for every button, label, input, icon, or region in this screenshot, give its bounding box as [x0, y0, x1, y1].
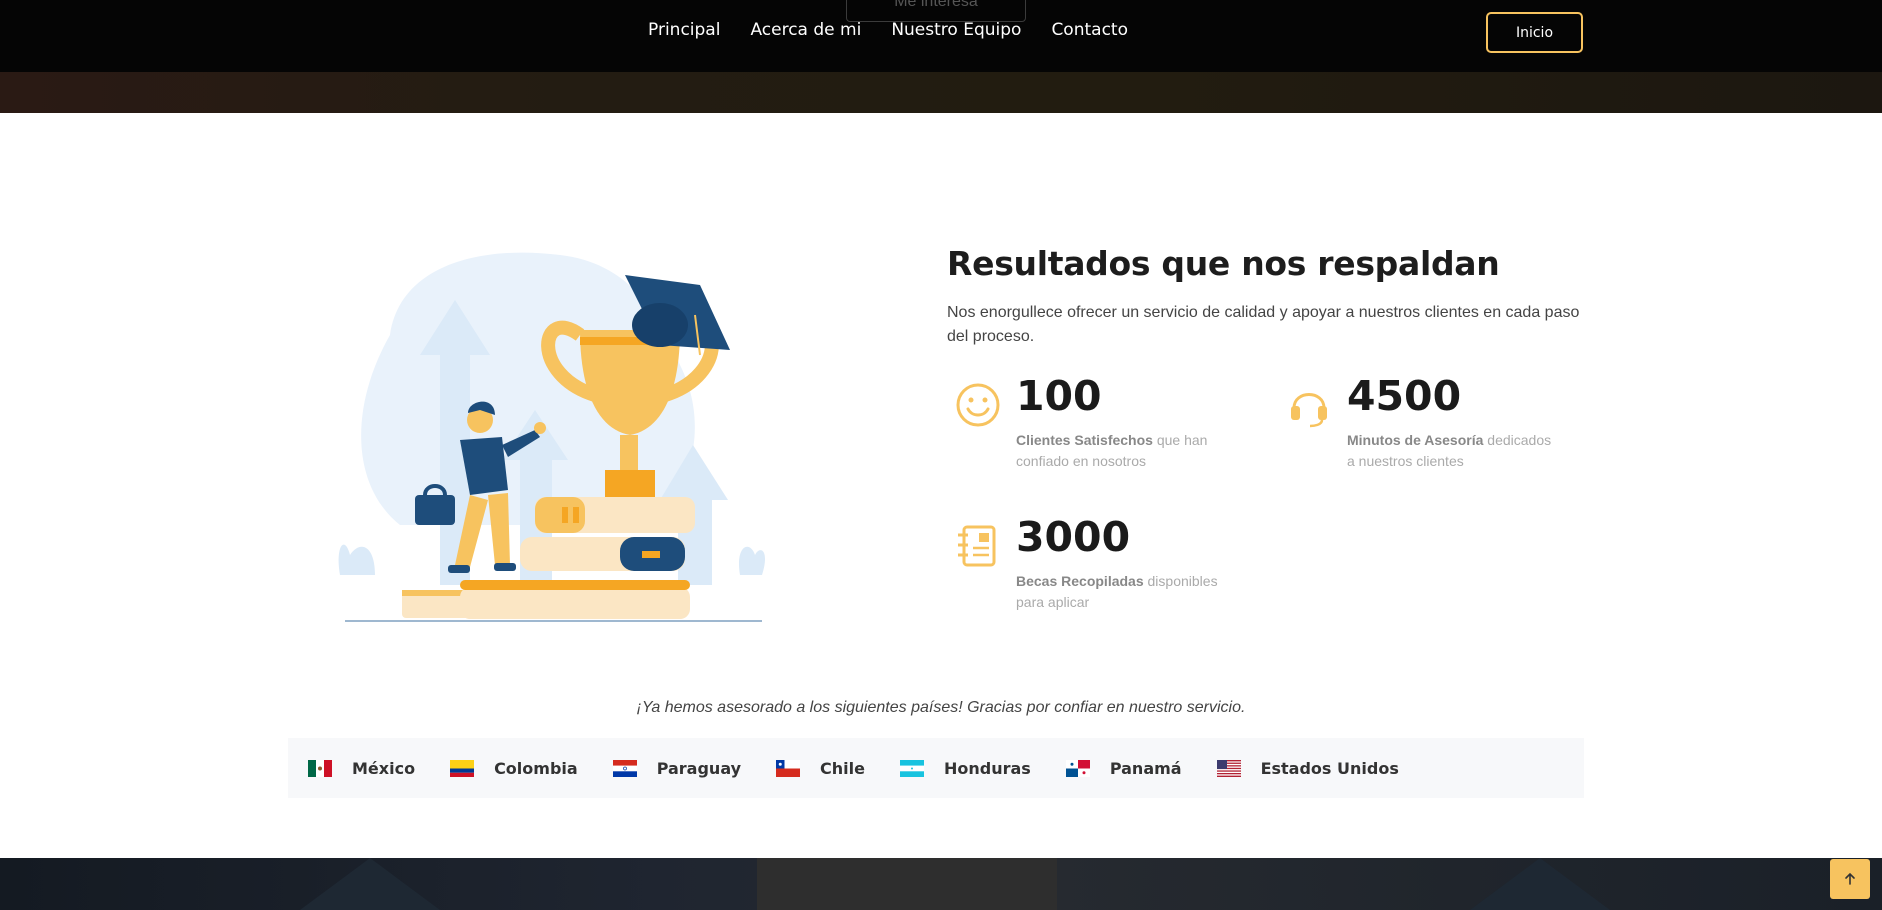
- stat-number: 3000: [1016, 513, 1131, 561]
- colombia-flag-icon: [450, 759, 475, 777]
- country-name: México: [352, 758, 416, 778]
- navbar: Me interesa Principal Acerca de mi Nuest…: [0, 0, 1882, 72]
- country-name: Chile: [820, 758, 865, 778]
- headset-icon: [1291, 393, 1327, 428]
- stat-number: 4500: [1347, 372, 1462, 420]
- inicio-button[interactable]: Inicio: [1486, 12, 1583, 53]
- stat-description: Minutos de Asesoría dedicados a nuestros…: [1347, 430, 1562, 472]
- chile-flag-icon: [776, 759, 801, 777]
- panama-flag-icon: [1065, 759, 1090, 777]
- nav-link-contacto[interactable]: Contacto: [1051, 20, 1128, 40]
- stat-label: Minutos de Asesoría: [1347, 432, 1484, 448]
- country-name: Panamá: [1109, 758, 1182, 778]
- country-item: Chile: [776, 759, 865, 778]
- mexico-flag-icon: [308, 759, 332, 777]
- country-name: Honduras: [944, 758, 1031, 778]
- country-name: Estados Unidos: [1260, 758, 1399, 778]
- nav-links: Principal Acerca de mi Nuestro Equipo Co…: [648, 20, 1128, 40]
- stat-description: Becas Recopiladas disponibles para aplic…: [1016, 571, 1231, 613]
- building-tower: [757, 858, 1057, 910]
- country-item: Estados Unidos: [1216, 758, 1399, 778]
- me-interesa-button[interactable]: Me interesa: [846, 0, 1026, 22]
- hero-image-strip: [0, 72, 1882, 113]
- building-roof-left: [300, 858, 440, 910]
- results-title: Resultados que nos respaldan: [947, 244, 1500, 283]
- smiley-icon: [956, 383, 1000, 427]
- countries-note: ¡Ya hemos asesorado a los siguientes paí…: [636, 699, 1246, 716]
- footer-background-image: [0, 858, 1882, 910]
- hero-background: Me interesa Principal Acerca de mi Nuest…: [0, 0, 1882, 113]
- country-item: Panamá: [1065, 758, 1182, 778]
- nav-link-equipo[interactable]: Nuestro Equipo: [891, 20, 1021, 40]
- country-name: Paraguay: [656, 758, 742, 778]
- usa-flag-icon: [1216, 759, 1241, 777]
- results-lead: Nos enorgullece ofrecer un servicio de c…: [947, 304, 1580, 345]
- country-name: Colombia: [494, 758, 578, 778]
- report-icon: [958, 525, 996, 567]
- nav-link-acerca[interactable]: Acerca de mi: [750, 20, 861, 40]
- stat-label: Becas Recopiladas: [1016, 573, 1144, 589]
- country-item: Paraguay: [612, 758, 742, 778]
- arrow-up-icon: [1845, 872, 1855, 885]
- stat-number: 100: [1016, 372, 1102, 420]
- scroll-to-top-button[interactable]: [1830, 859, 1870, 899]
- stat-label: Clientes Satisfechos: [1016, 432, 1153, 448]
- country-item: Honduras: [900, 759, 1031, 778]
- honduras-flag-icon: [900, 759, 924, 777]
- countries-list: México Colombia Paraguay Chile Honduras: [288, 738, 1584, 798]
- country-item: Colombia: [450, 759, 578, 778]
- building-roof-right: [1470, 858, 1610, 910]
- paraguay-flag-icon: [612, 759, 637, 777]
- stat-description: Clientes Satisfechos que han confiado en…: [1016, 430, 1231, 472]
- trophy-graduation-illustration: [338, 252, 765, 622]
- country-item: México: [308, 759, 415, 778]
- nav-link-principal[interactable]: Principal: [648, 20, 720, 40]
